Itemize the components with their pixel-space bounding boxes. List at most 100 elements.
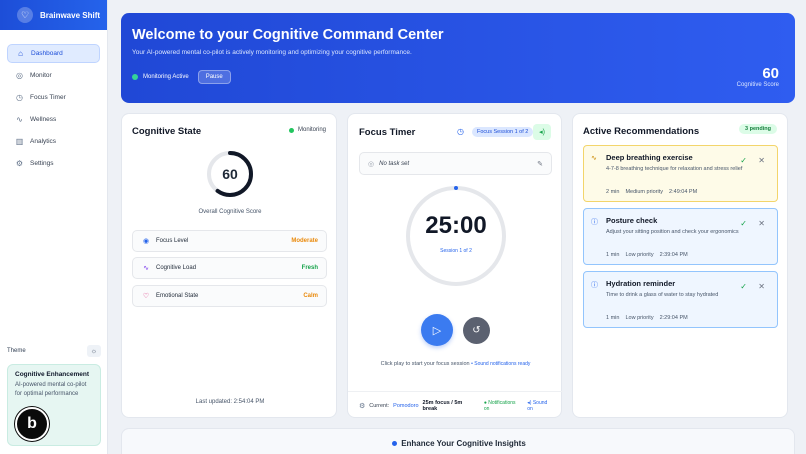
speaker-icon: ◂) bbox=[539, 129, 545, 136]
recommendation-description: Time to drink a glass of water to stay h… bbox=[606, 292, 719, 298]
sidebar: ♡ Brainwave Shift ⌂ Dashboard ◎ Monitor … bbox=[0, 0, 108, 454]
notifications-status-text: Notifications on bbox=[483, 399, 516, 412]
enhancement-card: Cognitive Enhancement AI-powered mental … bbox=[7, 364, 101, 446]
metric-name: Emotional State bbox=[156, 293, 199, 299]
focus-timer-card: Focus Timer ◷ Focus Session 1 of 2 ◂) ◎ … bbox=[347, 113, 563, 419]
timer-mode: Pomodoro bbox=[393, 402, 419, 409]
monitor-icon: ◎ bbox=[16, 71, 23, 80]
session-pill: Focus Session 1 of 2 bbox=[472, 127, 534, 137]
recommendation-meta: 2 min Medium priority 2:49:04 PM bbox=[606, 189, 697, 195]
hero-score-value: 60 bbox=[762, 65, 779, 82]
recommendation-priority: Low priority bbox=[625, 315, 654, 321]
recommendation-priority: Low priority bbox=[625, 252, 654, 258]
cognitive-state-card: Cognitive State Monitoring 60 Overall Co… bbox=[121, 113, 337, 418]
insights-heading: Enhance Your Cognitive Insights bbox=[122, 439, 796, 448]
sun-icon: ☼ bbox=[90, 347, 98, 355]
metric-name: Focus Level bbox=[156, 238, 189, 244]
stopwatch-icon: ◷ bbox=[457, 127, 464, 136]
hero-score: 60 Cognitive Score bbox=[737, 65, 779, 88]
recommendation-time: 2:29:04 PM bbox=[659, 315, 688, 321]
sidebar-item-monitor[interactable]: ◎ Monitor bbox=[7, 66, 100, 85]
bolt-badge-logo: b bbox=[15, 407, 49, 441]
sidebar-item-wellness[interactable]: ∿ Wellness bbox=[7, 110, 100, 129]
page-subtitle: Your AI-powered mental co-pilot is activ… bbox=[132, 49, 412, 56]
recommendation-duration: 2 min bbox=[606, 189, 620, 195]
sidebar-item-label: Wellness bbox=[30, 116, 57, 123]
play-icon: ▷ bbox=[432, 324, 442, 337]
metric-value: Fresh bbox=[301, 265, 318, 271]
settings-gear-icon[interactable]: ⚙ bbox=[359, 402, 365, 410]
theme-toggle-button[interactable]: ☼ bbox=[87, 345, 101, 357]
metric-cognitive-load: ∿ Cognitive Load Fresh bbox=[132, 257, 327, 279]
pause-button[interactable]: Pause bbox=[197, 70, 231, 84]
pulse-icon: ∿ bbox=[591, 155, 597, 162]
last-updated: Last updated: 2:54:04 PM bbox=[195, 399, 265, 405]
sidebar-item-label: Monitor bbox=[30, 72, 52, 79]
info-icon: ⓘ bbox=[591, 282, 598, 289]
sound-status: ◂) Sound on bbox=[527, 399, 548, 412]
pending-badge: 3 pending bbox=[739, 124, 777, 134]
timer-hint-text: Click play to start your focus session bbox=[380, 361, 470, 367]
activity-icon: ∿ bbox=[16, 115, 23, 124]
page-title: Welcome to your Cognitive Command Center bbox=[132, 27, 444, 43]
sidebar-item-label: Settings bbox=[30, 160, 54, 167]
app-name: Brainwave Shift bbox=[40, 10, 101, 20]
welcome-banner: Welcome to your Cognitive Command Center… bbox=[121, 13, 795, 103]
brand-header[interactable]: ♡ Brainwave Shift bbox=[0, 0, 107, 30]
reset-button[interactable]: ↺ bbox=[463, 317, 490, 344]
complete-check-icon[interactable]: ✓ bbox=[740, 282, 747, 291]
metric-value: Moderate bbox=[291, 238, 318, 244]
sidebar-nav: ⌂ Dashboard ◎ Monitor ◷ Focus Timer ∿ We… bbox=[0, 30, 107, 173]
cognitive-score-value: 60 bbox=[222, 166, 238, 182]
focus-timer-title: Focus Timer bbox=[359, 127, 416, 138]
info-icon: ⓘ bbox=[591, 219, 598, 226]
complete-check-icon[interactable]: ✓ bbox=[740, 219, 747, 228]
metric-focus-level: ◉ Focus Level Moderate bbox=[132, 230, 327, 252]
dismiss-close-icon[interactable]: ✕ bbox=[758, 219, 765, 228]
chart-icon: ▥ bbox=[15, 137, 24, 146]
metric-emotional-state: ♡ Emotional State Calm bbox=[132, 285, 327, 307]
home-icon: ⌂ bbox=[18, 49, 23, 58]
sidebar-item-label: Analytics bbox=[30, 138, 57, 145]
monitoring-badge: Monitoring bbox=[288, 127, 326, 133]
timer-display: 25:00 bbox=[425, 212, 487, 239]
dismiss-close-icon[interactable]: ✕ bbox=[758, 156, 765, 165]
recommendation-time: 2:49:04 PM bbox=[669, 189, 698, 195]
heart-icon: ♡ bbox=[142, 293, 150, 300]
sidebar-item-settings[interactable]: ⚙ Settings bbox=[7, 154, 100, 173]
recommendation-item: ∿ Deep breathing exercise 4-7-8 breathin… bbox=[583, 145, 778, 202]
monitoring-label: Monitoring bbox=[297, 127, 326, 133]
recommendation-time: 2:39:04 PM bbox=[659, 252, 688, 258]
cognitive-state-title: Cognitive State bbox=[132, 126, 202, 137]
theme-row: Theme ☼ bbox=[7, 345, 101, 357]
task-circle-icon: ◎ bbox=[368, 160, 375, 168]
task-field[interactable]: ◎ No task set ✎ bbox=[359, 152, 552, 175]
pulse-icon: ∿ bbox=[143, 265, 149, 272]
brain-logo-icon: ♡ bbox=[17, 7, 33, 23]
target-icon: ◉ bbox=[142, 238, 150, 245]
task-placeholder: No task set bbox=[379, 160, 410, 167]
recommendation-item: ⓘ Posture check Adjust your sitting posi… bbox=[583, 208, 778, 265]
enhancement-description: AI-powered mental co-pilot for optimal p… bbox=[15, 382, 87, 397]
sidebar-item-dashboard[interactable]: ⌂ Dashboard bbox=[7, 44, 100, 63]
recommendations-title: Active Recommendations bbox=[583, 126, 700, 137]
timer-footer: ⚙ Current: Pomodoro 25m focus / 5m break… bbox=[348, 391, 563, 419]
dismiss-close-icon[interactable]: ✕ bbox=[758, 282, 765, 291]
sound-status-text: Sound on bbox=[527, 399, 548, 412]
monitoring-status: Monitoring Active Pause bbox=[132, 70, 231, 84]
sidebar-item-focus-timer[interactable]: ◷ Focus Timer bbox=[7, 88, 100, 107]
sound-toggle-button[interactable]: ◂) bbox=[533, 124, 551, 140]
play-button[interactable]: ▷ bbox=[421, 314, 453, 346]
recommendations-card: Active Recommendations 3 pending ∿ Deep … bbox=[572, 113, 788, 418]
theme-label: Theme bbox=[7, 348, 26, 354]
edit-icon[interactable]: ✎ bbox=[537, 160, 543, 168]
insights-dot-icon bbox=[392, 441, 398, 447]
cognitive-score-label: Overall Cognitive Score bbox=[198, 209, 262, 215]
complete-check-icon[interactable]: ✓ bbox=[740, 156, 747, 165]
sidebar-item-label: Dashboard bbox=[31, 50, 63, 57]
timer-hint: Click play to start your focus session •… bbox=[348, 361, 563, 367]
sidebar-item-analytics[interactable]: ▥ Analytics bbox=[7, 132, 100, 151]
monitoring-dot-icon bbox=[288, 127, 294, 133]
current-label: Current: bbox=[369, 402, 390, 409]
recommendation-description: 4-7-8 breathing technique for relaxation… bbox=[606, 166, 743, 172]
